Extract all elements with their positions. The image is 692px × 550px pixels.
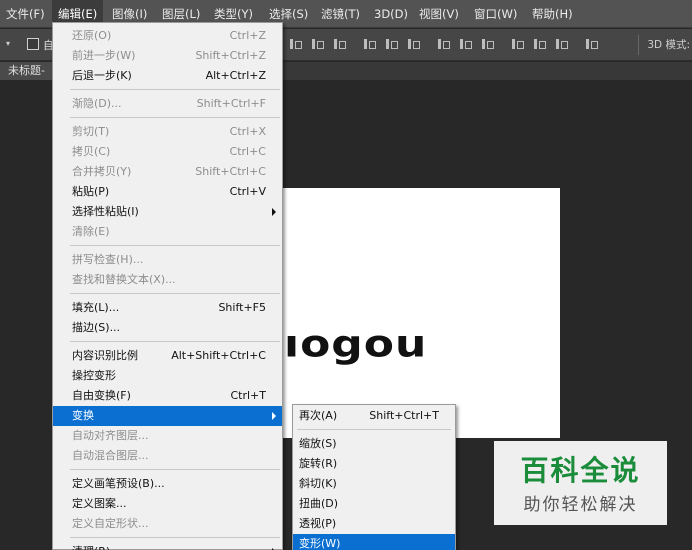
submenu-item-perspective[interactable]: 透视(P) — [293, 514, 455, 534]
menu-item-paste[interactable]: 粘贴(P) Ctrl+V — [53, 182, 282, 202]
align-vertical-center-icon[interactable] — [310, 37, 324, 51]
watermark-title: 百科全说 — [520, 454, 641, 487]
watermark: 百科全说 助你轻松解决 — [494, 441, 667, 525]
menu-separator — [70, 537, 280, 538]
menu-item-puppet-warp[interactable]: 操控变形 — [53, 366, 282, 386]
submenu-item-skew[interactable]: 斜切(K) — [293, 474, 455, 494]
menu-separator — [70, 245, 280, 246]
menu-item-define-brush-preset[interactable]: 定义画笔预设(B)... — [53, 474, 282, 494]
distribute-right-icon[interactable] — [554, 37, 568, 51]
menu-item-find-replace-text[interactable]: 查找和替换文本(X)... — [53, 270, 282, 290]
menu-separator — [297, 429, 451, 430]
menu-window[interactable]: 窗口(W) — [468, 0, 523, 28]
menu-item-transform[interactable]: 变换 — [53, 406, 282, 426]
menu-help[interactable]: 帮助(H) — [526, 0, 579, 28]
menu-view[interactable]: 视图(V) — [413, 0, 465, 28]
transform-submenu: 再次(A) Shift+Ctrl+T 缩放(S) 旋转(R) 斜切(K) 扭曲(D… — [292, 404, 456, 550]
menu-separator — [70, 117, 280, 118]
distribute-top-icon[interactable] — [436, 37, 450, 51]
menu-file[interactable]: 文件(F) — [0, 0, 51, 28]
menu-item-free-transform[interactable]: 自由变换(F) Ctrl+T — [53, 386, 282, 406]
submenu-arrow-icon — [272, 412, 276, 420]
menu-item-paste-special[interactable]: 选择性粘贴(I) — [53, 202, 282, 222]
document-tab[interactable]: 未标题- — [0, 62, 60, 80]
submenu-item-scale[interactable]: 缩放(S) — [293, 434, 455, 454]
distribute-vertical-center-icon[interactable] — [458, 37, 472, 51]
distribute-horizontal-center-icon[interactable] — [532, 37, 546, 51]
submenu-item-rotate[interactable]: 旋转(R) — [293, 454, 455, 474]
menu-item-define-custom-shape[interactable]: 定义自定形状... — [53, 514, 282, 534]
align-left-icon[interactable] — [362, 37, 376, 51]
align-top-icon[interactable] — [288, 37, 302, 51]
menu-item-copy-merged[interactable]: 合并拷贝(Y) Shift+Ctrl+C — [53, 162, 282, 182]
menu-item-fill[interactable]: 填充(L)... Shift+F5 — [53, 298, 282, 318]
menu-item-undo[interactable]: 还原(O) Ctrl+Z — [53, 26, 282, 46]
distribute-left-icon[interactable] — [510, 37, 524, 51]
submenu-item-distort[interactable]: 扭曲(D) — [293, 494, 455, 514]
menu-separator — [70, 89, 280, 90]
menu-separator — [70, 469, 280, 470]
canvas-artwork-text: ıogou — [284, 322, 428, 366]
menu-item-stroke[interactable]: 描边(S)... — [53, 318, 282, 338]
menu-item-auto-blend-layers[interactable]: 自动混合图层... — [53, 446, 282, 466]
auto-select-checkbox[interactable] — [27, 38, 39, 50]
submenu-item-again[interactable]: 再次(A) Shift+Ctrl+T — [293, 406, 455, 426]
tool-preset-dropdown-icon[interactable]: ▾ — [6, 40, 12, 48]
menu-item-cut[interactable]: 剪切(T) Ctrl+X — [53, 122, 282, 142]
menu-item-purge[interactable]: 清理(R) — [53, 542, 282, 550]
menu-separator — [70, 293, 280, 294]
menu-item-step-backward[interactable]: 后退一步(K) Alt+Ctrl+Z — [53, 66, 282, 86]
menu-item-content-aware-scale[interactable]: 内容识别比例 Alt+Shift+Ctrl+C — [53, 346, 282, 366]
menu-item-clear[interactable]: 清除(E) — [53, 222, 282, 242]
document-canvas[interactable] — [280, 188, 560, 438]
align-horizontal-center-icon[interactable] — [384, 37, 398, 51]
align-right-icon[interactable] — [406, 37, 420, 51]
menu-item-fade[interactable]: 渐隐(D)... Shift+Ctrl+F — [53, 94, 282, 114]
distribute-bottom-icon[interactable] — [480, 37, 494, 51]
submenu-item-warp[interactable]: 变形(W) — [293, 534, 455, 550]
menu-filter[interactable]: 滤镜(T) — [315, 0, 366, 28]
menu-3d[interactable]: 3D(D) — [368, 0, 414, 28]
edit-menu: 还原(O) Ctrl+Z 前进一步(W) Shift+Ctrl+Z 后退一步(K) A… — [52, 22, 283, 550]
menu-separator — [70, 341, 280, 342]
menu-item-check-spelling[interactable]: 拼写检查(H)... — [53, 250, 282, 270]
align-distribute-icons — [288, 37, 606, 53]
menu-item-step-forward[interactable]: 前进一步(W) Shift+Ctrl+Z — [53, 46, 282, 66]
3d-mode-label: 3D 模式: — [647, 39, 690, 51]
watermark-subtitle: 助你轻松解决 — [523, 495, 638, 515]
menu-item-copy[interactable]: 拷贝(C) Ctrl+C — [53, 142, 282, 162]
submenu-arrow-icon — [272, 208, 276, 216]
auto-align-layers-icon[interactable] — [584, 37, 598, 51]
menu-item-define-pattern[interactable]: 定义图案... — [53, 494, 282, 514]
align-bottom-icon[interactable] — [332, 37, 346, 51]
options-divider — [638, 35, 639, 55]
menu-item-auto-align-layers[interactable]: 自动对齐图层... — [53, 426, 282, 446]
